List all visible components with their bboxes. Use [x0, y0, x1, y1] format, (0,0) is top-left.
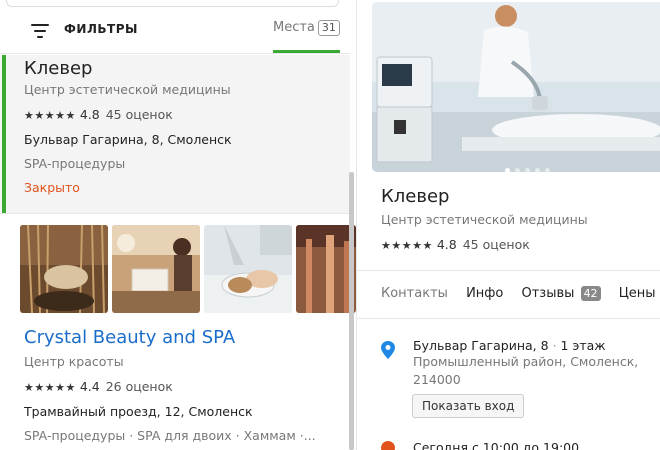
reviews-count-badge: 42 — [580, 286, 601, 301]
reviews-count[interactable]: 26 оценок — [106, 379, 173, 394]
detail-title: Клевер — [381, 186, 450, 207]
detail-panel: Клевер Центр эстетической медицины ★★★★★… — [356, 0, 660, 450]
result-subtitle: Центр красоты — [24, 354, 124, 369]
tab-places[interactable]: Места 31 — [273, 20, 340, 36]
rating-value: 4.8 — [436, 237, 457, 252]
results-scrollbar[interactable] — [349, 172, 354, 450]
search-box-bottom-edge — [6, 0, 339, 7]
places-count-badge: 31 — [317, 20, 340, 36]
detail-tabs: Контакты Инфо Отзывы 42 Цены 38 — [381, 286, 660, 301]
rating-stars: ★★★★★ — [24, 109, 76, 122]
rating-stars: ★★★★★ — [24, 381, 76, 394]
result-card-selected[interactable]: Клевер Центр эстетической медицины ★★★★★… — [0, 55, 350, 213]
result-address: Трамвайный проезд, 12, Смоленск — [24, 404, 253, 419]
selected-accent-bar — [2, 55, 6, 213]
result-subtitle: Центр эстетической медицины — [24, 82, 231, 97]
tab-info[interactable]: Инфо — [466, 286, 503, 301]
reviews-count[interactable]: 45 оценок — [463, 237, 530, 252]
result-category: SPA-процедуры — [24, 156, 126, 171]
status-closed: Закрыто — [24, 180, 80, 195]
section-divider — [357, 270, 660, 271]
address-zip: 214000 — [413, 372, 461, 387]
filters-bar: ФИЛЬТРЫ Места 31 — [0, 10, 350, 54]
reviews-count[interactable]: 45 оценок — [106, 107, 173, 122]
rating-value: 4.8 — [79, 107, 100, 122]
address-floor: 1 этаж — [560, 338, 606, 353]
address-line: Бульвар Гагарина, 8 · 1 этаж — [413, 338, 606, 353]
tab-places-underline — [273, 50, 340, 53]
photo-carousel-dots[interactable] — [505, 158, 555, 172]
result-title[interactable]: Клевер — [24, 58, 92, 79]
show-entrance-button[interactable]: Показать вход — [412, 394, 525, 418]
result-category: SPA-процедуры · SPA для двоих · Хаммам ·… — [24, 428, 316, 443]
detail-photo[interactable] — [372, 2, 660, 172]
rating-stars: ★★★★★ — [381, 239, 433, 252]
photo-2[interactable] — [112, 225, 200, 313]
card-divider — [0, 213, 350, 214]
rating-value: 4.4 — [79, 379, 100, 394]
tab-reviews-label: Отзывы — [521, 286, 575, 301]
tab-reviews[interactable]: Отзывы 42 — [522, 286, 601, 301]
working-hours[interactable]: Сегодня с 10:00 до 19:00 — [413, 440, 579, 450]
clock-icon — [381, 441, 395, 450]
filters-icon[interactable] — [31, 24, 49, 38]
detail-rating-row: ★★★★★ 4.8 45 оценок — [381, 237, 530, 252]
result-title-link[interactable]: Crystal Beauty and SPA — [24, 327, 235, 348]
filters-button[interactable]: ФИЛЬТРЫ — [64, 22, 138, 36]
address-separator: · — [552, 338, 557, 353]
photo-1[interactable] — [20, 225, 108, 313]
tabs-divider — [357, 318, 660, 319]
tab-prices[interactable]: Цены 38 — [619, 286, 660, 301]
result-rating-row: ★★★★★ 4.4 26 оценок — [24, 379, 173, 394]
tab-contacts[interactable]: Контакты — [381, 286, 448, 301]
address-street: Бульвар Гагарина, 8 — [413, 338, 549, 353]
detail-subtitle: Центр эстетической медицины — [381, 212, 588, 227]
location-pin-icon — [381, 341, 395, 359]
address-district: Промышленный район, Смоленск, — [413, 354, 639, 369]
tab-places-label: Места — [273, 20, 315, 35]
photo-4[interactable] — [296, 225, 356, 313]
result-rating-row: ★★★★★ 4.8 45 оценок — [24, 107, 173, 122]
photo-3[interactable] — [204, 225, 292, 313]
tab-prices-label: Цены — [618, 286, 656, 301]
results-panel: ФИЛЬТРЫ Места 31 Клевер Центр эстетическо… — [0, 0, 356, 450]
result-address: Бульвар Гагарина, 8, Смоленск — [24, 132, 232, 147]
